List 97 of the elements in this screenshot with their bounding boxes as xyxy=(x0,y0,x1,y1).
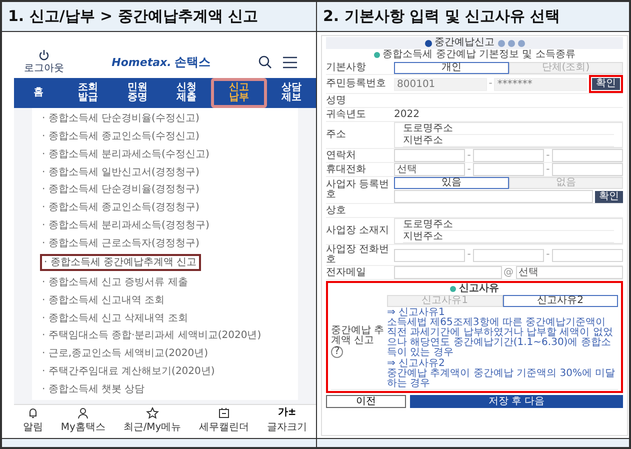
input-field[interactable] xyxy=(552,163,624,176)
nav-tab[interactable]: 조회 발급 xyxy=(63,78,113,108)
dash-separator: - xyxy=(467,250,471,260)
select-field[interactable]: 선택 xyxy=(516,266,623,279)
nav-tab[interactable]: 상담 제보 xyxy=(266,78,316,108)
address-line: 지번주소 xyxy=(403,231,614,243)
menu-item[interactable]: · 종합소득세 분리과세소득(경정청구) xyxy=(40,218,212,232)
bottom-nav-label[interactable]: My홈택스 xyxy=(60,420,106,434)
logo-text: Hometax. xyxy=(112,56,172,68)
select-field[interactable]: 선택 xyxy=(394,163,466,176)
input-field[interactable] xyxy=(394,266,502,279)
menu-item[interactable]: · 종합소득세 종교인소득(수정신고) xyxy=(40,130,202,144)
bullet-icon xyxy=(374,52,380,58)
field-label: 상호 xyxy=(326,206,347,216)
input-field[interactable]: ******* xyxy=(494,78,588,90)
nav-tab[interactable]: 신고 납부 xyxy=(211,78,267,108)
bottom-nav-label[interactable]: 글자크기 xyxy=(267,420,308,434)
dash-separator: - xyxy=(467,164,471,174)
field-label: 주소 xyxy=(326,130,347,140)
input-field[interactable] xyxy=(472,149,544,162)
menu-item[interactable]: · 종합소득세 종교인소득(경정청구) xyxy=(40,201,202,214)
input-field[interactable] xyxy=(552,248,624,262)
note-title: ⇒ 신고사유2 xyxy=(387,359,445,369)
panel-heading: 2. 기본사항 입력 및 신고사유 선택 xyxy=(317,2,629,32)
address-line: 지번주소 xyxy=(403,135,614,147)
bottom-nav-label[interactable]: 세무캘린더 xyxy=(199,420,250,434)
dash-separator: - xyxy=(467,150,471,160)
menu-item[interactable]: · 종합소득세 중간예납추계액 신고 xyxy=(40,254,201,272)
menu-item[interactable]: · 종합소득세 단순경비율(수정신고) xyxy=(40,112,202,126)
nav-tab[interactable]: 홈 xyxy=(14,78,64,108)
menu-item[interactable]: · 종합소득세 일반신고서(경정청구) xyxy=(40,166,202,179)
menu-item[interactable]: · 종합소득세 신고내역 조회 xyxy=(40,294,167,307)
note-text: 중간예납 추계액이 중간예납 기준액의 30%에 미달하는 경우 xyxy=(387,369,616,389)
menu-item[interactable]: · 종합소득세 신고 증빙서류 제출 xyxy=(40,276,190,290)
field-label: 연락처 xyxy=(326,150,357,160)
menu-item[interactable]: · 주택간주임대료 계산해보기(2020년) xyxy=(40,364,217,378)
address-line: 도로명주소 xyxy=(403,219,614,231)
note-text: 소득세법 제65조제3항에 따른 중간예납기준액이 직전 과세기간에 납부하였거나 납부할 세액이 없었으나 해당연도 중간예납기간(1.1~6.30)에 종합소득이 있는 경우 xyxy=(387,318,614,358)
star-icon[interactable] xyxy=(146,407,159,419)
panel-heading: 1. 신고/납부 > 중간예납추계액 신고 xyxy=(2,2,317,32)
bottom-nav-label[interactable]: 알림 xyxy=(22,420,43,434)
confirm-button[interactable]: 확인 xyxy=(592,78,620,90)
input-field[interactable] xyxy=(552,149,624,162)
menu-item[interactable]: · 종합소득세 근로소득자(경정청구) xyxy=(40,236,202,250)
dash-separator: - xyxy=(546,250,550,260)
toggle-button[interactable]: 있음 xyxy=(394,177,508,189)
input-field[interactable] xyxy=(394,190,593,203)
field-label: 사업장 전화번호 xyxy=(326,245,390,265)
dash-separator: - xyxy=(488,79,492,89)
toggle-button[interactable]: 개인 xyxy=(394,62,508,74)
calendar-icon[interactable] xyxy=(218,407,230,419)
field-label: 중간예납 추계액 신고 xyxy=(331,326,386,346)
power-icon[interactable] xyxy=(38,49,50,61)
input-field[interactable] xyxy=(472,248,544,262)
menu-item[interactable]: · 주택임대소득 종합·분리과세 세액비교(2020년) xyxy=(40,329,264,342)
field-label: 기본사항 xyxy=(326,62,367,72)
dash-separator: - xyxy=(546,164,550,174)
menu-item[interactable]: · 근로,종교인소득 세액비교(2020년) xyxy=(40,347,210,360)
logout-label[interactable]: 로그아웃 xyxy=(24,61,64,75)
section-title: 종합소득세 중간예납 기본정보 및 소득종류 xyxy=(382,50,576,60)
nav-button[interactable]: 저장 후 다음 xyxy=(410,395,623,408)
input-field[interactable] xyxy=(394,149,466,162)
dash-separator: - xyxy=(546,150,550,160)
menu-icon[interactable] xyxy=(282,56,298,68)
field-label: 전자메일 xyxy=(326,268,367,278)
field-label: 귀속년도 xyxy=(326,110,367,120)
menu-item[interactable]: · 종합소득세 챗봇 상담 xyxy=(40,382,147,396)
bottom-nav-label[interactable]: 최근/My메뉴 xyxy=(123,420,182,434)
help-icon[interactable]: ? xyxy=(331,346,343,358)
field-value: 2022 xyxy=(394,110,420,120)
input-field[interactable] xyxy=(394,248,466,262)
confirm-button[interactable]: 확인 xyxy=(595,190,623,202)
step-label: 중간예납신고 xyxy=(434,38,494,48)
input-field[interactable]: 800101 xyxy=(394,78,487,90)
toggle-button[interactable]: 신고사유2 xyxy=(502,295,618,307)
menu-item[interactable]: · 종합소득세 분리과세소득(수정신고) xyxy=(40,148,212,161)
menu-item[interactable]: · 종합소득세 신고 삭제내역 조회 xyxy=(40,312,190,325)
bullet-icon xyxy=(450,286,456,292)
input-field[interactable] xyxy=(472,163,544,176)
search-icon[interactable] xyxy=(258,55,272,69)
font-size-icon[interactable]: 가± xyxy=(278,407,296,419)
note-title: ⇒ 신고사유1 xyxy=(387,308,445,318)
field-label: 휴대전화 xyxy=(326,164,367,174)
field-label: 주민등록번호 xyxy=(326,79,387,89)
field-label: 사업자 등록번호 xyxy=(326,180,390,200)
section-title: 신고사유 xyxy=(459,284,499,294)
nav-button[interactable]: 이전 xyxy=(326,395,406,408)
menu-item[interactable]: · 종합소득세 단순경비율(경정청구) xyxy=(40,183,202,196)
nav-tab[interactable]: 민원 증명 xyxy=(112,78,162,108)
at-sign: @ xyxy=(504,268,514,278)
person-icon[interactable] xyxy=(77,407,90,419)
bell-icon[interactable] xyxy=(26,407,39,419)
field-label: 사업장 소재지 xyxy=(326,226,390,236)
logo-subtitle: 손택스 xyxy=(174,54,210,70)
address-line: 도로명주소 xyxy=(403,123,614,135)
nav-tab[interactable]: 신청 제출 xyxy=(162,78,212,108)
field-label: 성명 xyxy=(326,96,347,106)
